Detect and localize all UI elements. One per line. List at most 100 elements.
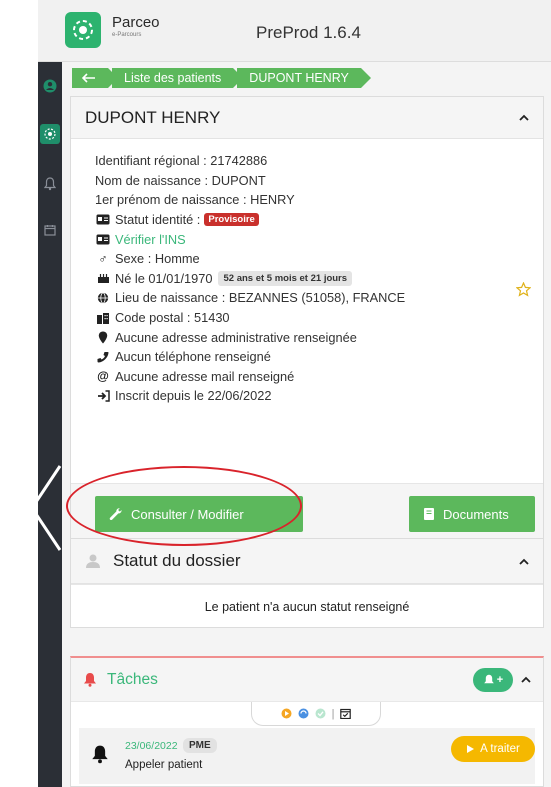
- sign-in-icon: [95, 390, 111, 402]
- chevron-up-icon[interactable]: [519, 114, 529, 121]
- wrench-icon: [109, 507, 123, 521]
- taches-card: Tâches + | 23/06/2022 PME Appeler patien…: [70, 656, 544, 787]
- statut-dossier-title: Statut du dossier: [113, 551, 241, 570]
- brand: Parceo e-Parcours: [112, 14, 160, 38]
- patient-name: DUPONT HENRY: [85, 107, 221, 127]
- adresse-text: Aucune adresse administrative renseignée: [115, 329, 357, 345]
- nom-naissance-row: Nom de naissance : DUPONT: [95, 171, 529, 191]
- mail-text: Aucune adresse mail renseigné: [115, 368, 295, 384]
- user-icon: [43, 79, 57, 93]
- phone-icon: [95, 351, 111, 363]
- nom-naissance-text: Nom de naissance : DUPONT: [95, 172, 266, 188]
- taches-header[interactable]: Tâches +: [71, 658, 543, 702]
- task-badge: PME: [183, 738, 217, 753]
- lieu-row: Lieu de naissance : BEZANNES (51058), FR…: [95, 288, 529, 308]
- chevron-up-icon[interactable]: [521, 676, 531, 683]
- status-badge: Provisoire: [204, 213, 259, 227]
- inscrit-row: Inscrit depuis le 22/06/2022: [95, 386, 529, 406]
- consulter-label: Consulter / Modifier: [131, 506, 244, 522]
- left-margin: [0, 0, 38, 787]
- bell-icon: [483, 674, 494, 683]
- verifier-ins-link[interactable]: Vérifier l'INS: [115, 232, 186, 247]
- sidebar-item-user[interactable]: [40, 76, 60, 96]
- play-circle-icon[interactable]: [281, 708, 292, 719]
- sidebar-item-notifications[interactable]: [40, 174, 60, 194]
- documents-label: Documents: [443, 506, 509, 522]
- age-badge: 52 ans et 5 mois et 21 jours: [218, 270, 353, 286]
- calendar-check-icon[interactable]: [340, 708, 352, 719]
- id-card-icon: [95, 214, 111, 225]
- arrow-left-icon: [82, 73, 95, 83]
- parceo-logo[interactable]: [65, 12, 101, 48]
- globe-icon: [95, 292, 111, 304]
- prenom-naissance-text: 1er prénom de naissance : HENRY: [95, 192, 295, 208]
- task-filter-tab: |: [251, 702, 381, 726]
- naissance-text: Né le 01/01/1970: [115, 270, 213, 286]
- statut-identite-row: Statut identité : Provisoire: [95, 210, 529, 230]
- map-marker-icon: [95, 331, 111, 344]
- top-bar: Parceo e-Parcours PreProd 1.6.4: [38, 0, 551, 62]
- id-card-icon: [95, 234, 111, 245]
- verifier-ins-row: Vérifier l'INS: [95, 229, 529, 249]
- a-traiter-button[interactable]: A traiter: [451, 736, 535, 762]
- breadcrumb-patients[interactable]: Liste des patients: [112, 68, 244, 88]
- brand-name: Parceo: [112, 14, 160, 31]
- taches-title: Tâches: [107, 670, 158, 688]
- task-row[interactable]: 23/06/2022 PME Appeler patient A traiter: [79, 728, 535, 784]
- lieu-text: Lieu de naissance : BEZANNES (51058), FR…: [115, 290, 406, 306]
- calendar-icon: [44, 225, 56, 236]
- mail-row: @ Aucune adresse mail renseigné: [95, 367, 529, 387]
- sexe-row: ♂ Sexe : Homme: [95, 249, 529, 269]
- sexe-text: Sexe : Homme: [115, 251, 200, 267]
- sidebar-item-parcours[interactable]: [40, 124, 60, 144]
- patient-card-header[interactable]: DUPONT HENRY: [71, 97, 543, 139]
- book-icon: [423, 507, 435, 521]
- telephone-text: Aucun téléphone renseigné: [115, 349, 271, 365]
- task-label: Appeler patient: [125, 759, 203, 771]
- breadcrumb-current: DUPONT HENRY: [237, 68, 371, 88]
- task-date: 23/06/2022: [125, 740, 178, 752]
- breadcrumb: Liste des patients DUPONT HENRY: [72, 68, 371, 88]
- bell-icon: [44, 177, 56, 191]
- add-task-label: +: [496, 673, 504, 686]
- naissance-row: Né le 01/01/1970 52 ans et 5 mois et 21 …: [95, 269, 529, 289]
- user-grey-icon: [86, 554, 100, 568]
- parcours-icon: [44, 128, 56, 140]
- at-sign-icon: @: [97, 369, 109, 384]
- city-icon: [95, 312, 111, 324]
- patient-details: Identifiant régional : 21742886 Nom de n…: [71, 139, 543, 414]
- statut-dossier-card: Statut du dossier Le patient n'a aucun s…: [70, 538, 544, 628]
- check-circle-icon[interactable]: [315, 708, 326, 719]
- telephone-row: Aucun téléphone renseigné: [95, 347, 529, 367]
- breadcrumb-back[interactable]: [72, 68, 118, 88]
- a-traiter-label: A traiter: [480, 743, 520, 755]
- bell-dark-icon: [92, 745, 108, 764]
- app-title: PreProd 1.6.4: [256, 23, 361, 42]
- chevron-up-icon[interactable]: [519, 558, 529, 565]
- filter-separator: |: [331, 707, 335, 720]
- patient-card: DUPONT HENRY Identifiant régional : 2174…: [70, 96, 544, 542]
- add-task-button[interactable]: +: [473, 667, 513, 692]
- brand-subtitle: e-Parcours: [112, 32, 142, 38]
- play-icon: [467, 745, 475, 753]
- identifiant-text: Identifiant régional : 21742886: [95, 153, 268, 169]
- main-content: Liste des patients DUPONT HENRY DUPONT H…: [62, 62, 551, 787]
- sidebar-item-calendar[interactable]: [40, 220, 60, 240]
- code-postal-text: Code postal : 51430: [115, 310, 230, 326]
- statut-dossier-header[interactable]: Statut du dossier: [71, 539, 543, 584]
- inscrit-text: Inscrit depuis le 22/06/2022: [115, 388, 272, 404]
- prenom-naissance-row: 1er prénom de naissance : HENRY: [95, 190, 529, 210]
- app-frame: Parceo e-Parcours PreProd 1.6.4 Liste de…: [0, 0, 551, 787]
- bell-red-icon: [84, 673, 96, 687]
- statut-dossier-message: Le patient n'a aucun statut renseigné: [71, 584, 543, 628]
- sidebar: [38, 62, 62, 787]
- documents-button[interactable]: Documents: [409, 496, 535, 532]
- male-icon: ♂: [98, 251, 108, 266]
- statut-identite-text: Statut identité :: [115, 212, 201, 228]
- birthday-cake-icon: [95, 272, 111, 284]
- adresse-row: Aucune adresse administrative renseignée: [95, 327, 529, 347]
- refresh-icon[interactable]: [298, 708, 309, 719]
- consulter-modifier-button[interactable]: Consulter / Modifier: [95, 496, 303, 532]
- identifiant-row: Identifiant régional : 21742886: [95, 151, 529, 171]
- star-icon[interactable]: [516, 282, 531, 297]
